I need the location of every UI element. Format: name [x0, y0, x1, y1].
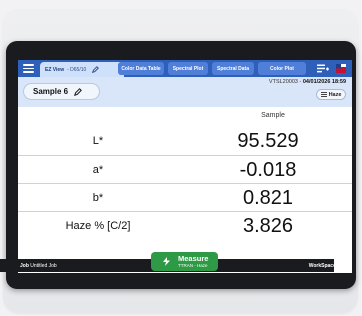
tab-spectral-plot[interactable]: Spectral Plot	[168, 62, 208, 75]
row-value: 95.529	[237, 129, 299, 152]
row-label: Haze % [C/2]	[65, 220, 131, 232]
stack-icon[interactable]	[317, 64, 329, 73]
tab-color-plot[interactable]: Color Plot	[258, 62, 306, 75]
table-row: Haze % [C/2] 3.826	[18, 211, 352, 240]
table-row: L* 95.529	[18, 127, 352, 155]
tab-spectral-data[interactable]: Spectral Data	[212, 62, 254, 75]
row-value: 0.821	[242, 186, 294, 209]
row-value: -0.018	[239, 158, 297, 181]
tab-ez-view[interactable]: EZ View - D65/10	[40, 62, 124, 77]
tab-ez-view-label: EZ View	[45, 66, 65, 73]
mode-badge[interactable]: Haze	[316, 89, 346, 100]
measure-mode: TTRAN - Haze	[178, 262, 208, 268]
row-value: 3.826	[242, 214, 294, 237]
layers-icon	[320, 92, 327, 97]
pencil-icon	[74, 87, 83, 96]
top-toolbar: EZ View - D65/10 Color Data Table Spectr…	[18, 60, 352, 77]
device-id: VTSL20003 -	[268, 79, 302, 85]
table-row: a* -0.018	[18, 155, 352, 184]
table-row: b* 0.821	[18, 183, 352, 212]
tab-ez-view-illuminant: - D65/10	[67, 66, 87, 73]
sample-info-band: Sample 6 VTSL20003 - 04/01/2026 18:59 Ha…	[18, 77, 352, 107]
measure-button[interactable]: Measure TTRAN - Haze	[151, 252, 218, 271]
measurement-datetime: 04/01/2026 18:59	[302, 79, 346, 85]
row-label: a*	[92, 164, 104, 176]
job-label: Job	[20, 263, 29, 269]
tab-label: Spectral Plot	[172, 65, 204, 72]
menu-icon[interactable]	[23, 64, 34, 73]
tab-label: Spectral Data	[217, 65, 249, 72]
sample-name: Sample 6	[33, 87, 69, 96]
job-status[interactable]: Job Untitled Job	[20, 263, 57, 269]
mode-label: Haze	[328, 91, 342, 98]
row-label: b*	[92, 192, 104, 204]
workspace-name: Plastic	[337, 263, 352, 269]
row-label: L*	[92, 135, 104, 147]
workspace-status[interactable]: WorkSpace Plastic	[309, 263, 352, 269]
app-screen: EZ View - D65/10 Color Data Table Spectr…	[18, 60, 352, 273]
flag-icon[interactable]	[335, 63, 347, 74]
column-header-sample: Sample	[261, 112, 285, 119]
device-timestamp: VTSL20003 - 04/01/2026 18:59	[269, 79, 346, 85]
sample-name-button[interactable]: Sample 6	[23, 83, 100, 100]
tab-label: Color Data Table	[121, 65, 161, 72]
tab-label: Color Plot	[270, 65, 294, 72]
card: EZ View - D65/10 Color Data Table Spectr…	[0, 0, 362, 316]
bolt-icon	[163, 257, 170, 266]
job-name: Untitled Job	[30, 263, 57, 269]
workspace-label: WorkSpace	[308, 263, 336, 269]
tab-color-data-table[interactable]: Color Data Table	[118, 62, 164, 75]
measure-label: Measure	[178, 254, 209, 263]
pencil-icon[interactable]	[92, 66, 100, 73]
